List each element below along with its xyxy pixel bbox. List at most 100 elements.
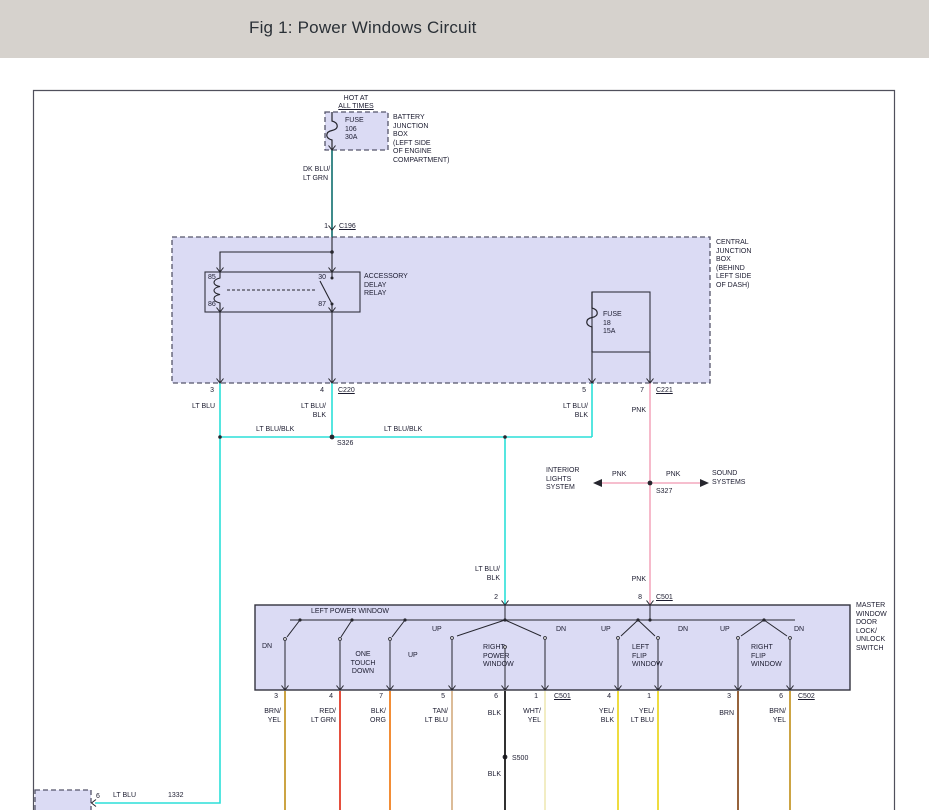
junction-dot bbox=[330, 250, 334, 254]
wire-label-brn-yel-2: BRN/ YEL bbox=[746, 708, 786, 725]
pnk-wires bbox=[600, 383, 702, 605]
out-pin-1b: 1 bbox=[635, 693, 651, 702]
wire-label-lt-blu-blk-left: LT BLU/BLK bbox=[256, 426, 294, 435]
wire-label-pnk-pin8: PNK bbox=[620, 576, 646, 585]
relay-pin-87: 87 bbox=[310, 301, 326, 310]
wire-label-lt-blu-blk-pin2: LT BLU/ BLK bbox=[472, 566, 500, 583]
relay-pin-30: 30 bbox=[310, 274, 326, 283]
wire-label-brn-yel-1: BRN/ YEL bbox=[247, 708, 281, 725]
junction-boxes bbox=[35, 112, 710, 810]
out-pin-4: 4 bbox=[317, 693, 333, 702]
arrow-left-icon bbox=[593, 479, 602, 487]
dn-right-flip-label: DN bbox=[794, 626, 804, 635]
wire-label-tan-lt-blu: TAN/ LT BLU bbox=[406, 708, 448, 725]
relay-pin-86: 86 bbox=[208, 301, 216, 310]
wire-label-lt-blu-blk-pin5: LT BLU/ BLK bbox=[560, 403, 588, 420]
wire-label-yel-blk: YEL/ BLK bbox=[580, 708, 614, 725]
bus-dot bbox=[403, 618, 406, 621]
connector-c220: C220 bbox=[338, 387, 355, 396]
splice-s327-label: S327 bbox=[656, 488, 672, 497]
out-pin-3b: 3 bbox=[715, 693, 731, 702]
connector-c221: C221 bbox=[656, 387, 673, 396]
sound-systems-label: SOUND SYSTEMS bbox=[712, 470, 745, 487]
central-junction-box-label: CENTRAL JUNCTION BOX (BEHIND LEFT SIDE O… bbox=[716, 239, 751, 291]
out-pin-1: 1 bbox=[522, 693, 538, 702]
out-pin-5: 5 bbox=[429, 693, 445, 702]
bus-dot bbox=[350, 618, 353, 621]
cjb-pin-5: 5 bbox=[570, 387, 586, 396]
left-flip-window-label: LEFT FLIP WINDOW bbox=[632, 644, 663, 670]
wire-label-brn: BRN bbox=[700, 710, 734, 719]
bus-dot bbox=[298, 618, 301, 621]
up-left-flip-label: UP bbox=[601, 626, 611, 635]
out-pin-4b: 4 bbox=[595, 693, 611, 702]
wire-label-dk-blu-lt-grn: DK BLU/ LT GRN bbox=[303, 166, 330, 183]
wire-label-pnk-left: PNK bbox=[612, 471, 626, 480]
bottom-left-lt-blu-label: LT BLU bbox=[113, 792, 136, 801]
left-power-window-title: LEFT POWER WINDOW bbox=[311, 608, 389, 617]
switch-pin-2: 2 bbox=[482, 594, 498, 603]
cjb-pin-7: 7 bbox=[628, 387, 644, 396]
bus-dot bbox=[503, 618, 506, 621]
master-switch-label: MASTER WINDOW DOOR LOCK/ UNLOCK SWITCH bbox=[856, 602, 887, 654]
connector-c502: C502 bbox=[798, 693, 815, 702]
up-right-flip-label: UP bbox=[720, 626, 730, 635]
junction-dot bbox=[218, 435, 222, 439]
wire-label-lt-blu: LT BLU bbox=[192, 403, 215, 412]
connector-c501-top: C501 bbox=[656, 594, 673, 603]
cjb-pin-3: 3 bbox=[198, 387, 214, 396]
out-pin-3: 3 bbox=[262, 693, 278, 702]
wire-label-blk: BLK bbox=[467, 710, 501, 719]
connector-c501-bottom: C501 bbox=[554, 693, 571, 702]
relay-pin-85: 85 bbox=[208, 274, 216, 283]
wire-lt-blu-1332 bbox=[95, 383, 220, 803]
out-pin-6b: 6 bbox=[767, 693, 783, 702]
up-right-window-label: UP bbox=[432, 626, 442, 635]
splice-s500-label: S500 bbox=[512, 755, 528, 764]
bottom-left-connector-box bbox=[35, 790, 91, 810]
wire-label-blk-2: BLK bbox=[467, 771, 501, 780]
fuse-106-label: FUSE 106 30A bbox=[345, 117, 364, 143]
diagram-graphics bbox=[0, 0, 929, 810]
dn-left-window-label: DN bbox=[262, 643, 272, 652]
wire-label-pnk-pin7: PNK bbox=[630, 407, 646, 416]
bottom-left-pin-6: 6 bbox=[96, 793, 100, 802]
bus-dot bbox=[636, 618, 639, 621]
cjb-pin-4: 4 bbox=[308, 387, 324, 396]
wire-label-blk-org: BLK/ ORG bbox=[352, 708, 386, 725]
bus-dot bbox=[648, 618, 651, 621]
interior-lights-system-label: INTERIOR LIGHTS SYSTEM bbox=[546, 467, 579, 493]
all-times-label: ALL TIMES bbox=[326, 103, 386, 112]
one-touch-down-label: ONE TOUCH DOWN bbox=[346, 651, 380, 677]
relay-contact bbox=[331, 303, 334, 306]
c196-pin-number: 1 bbox=[312, 223, 328, 232]
relay-contact bbox=[331, 277, 334, 280]
out-pin-6: 6 bbox=[482, 693, 498, 702]
circuit-number-1332: 1332 bbox=[168, 792, 184, 801]
dn-left-flip-label: DN bbox=[678, 626, 688, 635]
fuse-18-label: FUSE 18 15A bbox=[603, 311, 622, 337]
diagram-border bbox=[34, 91, 895, 810]
right-flip-window-label: RIGHT FLIP WINDOW bbox=[751, 644, 782, 670]
battery-junction-box-label: BATTERY JUNCTION BOX (LEFT SIDE OF ENGIN… bbox=[393, 114, 450, 166]
wire-label-red-lt-grn: RED/ LT GRN bbox=[294, 708, 336, 725]
splice-s326-label: S326 bbox=[337, 440, 353, 449]
wire-label-lt-blu-blk-right: LT BLU/BLK bbox=[384, 426, 422, 435]
wiring-diagram-page: Fig 1: Power Windows Circuit bbox=[0, 0, 929, 810]
wire-label-wht-yel: WHT/ YEL bbox=[507, 708, 541, 725]
bus-dot bbox=[762, 618, 765, 621]
dn-right-window-label: DN bbox=[556, 626, 566, 635]
right-power-window-label: RIGHT POWER WINDOW bbox=[483, 644, 514, 670]
splice-s326 bbox=[330, 435, 335, 440]
central-junction-box bbox=[172, 237, 710, 383]
switch-pin-8: 8 bbox=[626, 594, 642, 603]
connector-c196: C196 bbox=[339, 223, 356, 232]
arrow-right-icon bbox=[700, 479, 709, 487]
wire-label-lt-blu-blk-c220: LT BLU/ BLK bbox=[298, 403, 326, 420]
wire-label-yel-lt-blu: YEL/ LT BLU bbox=[612, 708, 654, 725]
junction-dot bbox=[503, 435, 507, 439]
up-left-window-label: UP bbox=[408, 652, 418, 661]
splice-s327 bbox=[648, 481, 653, 486]
out-pin-7: 7 bbox=[367, 693, 383, 702]
accessory-delay-relay-label: ACCESSORY DELAY RELAY bbox=[364, 273, 408, 299]
